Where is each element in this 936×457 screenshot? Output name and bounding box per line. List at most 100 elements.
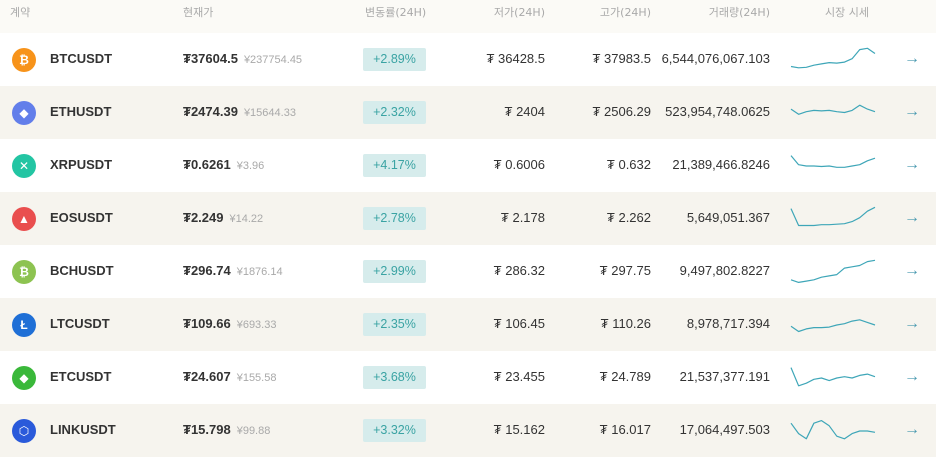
sparkline-path (790, 319, 876, 333)
sparkline-chart (790, 155, 876, 168)
sparkline-path (790, 47, 876, 69)
pair-symbol[interactable]: BCHUSDT (50, 263, 114, 278)
high-price: ₮ 2506.29 (592, 104, 651, 119)
pair-symbol[interactable]: LTCUSDT (50, 316, 110, 331)
ethereum-icon: ◆ (12, 101, 36, 125)
table-row[interactable]: ◆ ETHUSDT ₮2474.39 ¥15644.33 +2.32% ₮ 2404 ₮ 2… (0, 86, 936, 139)
price-cny: ¥237754.45 (243, 54, 303, 66)
price-cny: ¥693.33 (236, 319, 277, 331)
volume: 5,649,051.367 (686, 210, 770, 225)
arrow-right-icon[interactable]: → (904, 155, 920, 175)
last-price: ₮24.607 ¥155.58 (183, 369, 276, 384)
low-price: ₮ 106.45 (493, 316, 545, 331)
volume: 6,544,076,067.103 (661, 51, 770, 66)
header-price[interactable]: 현재가 (183, 4, 213, 20)
volume: 523,954,748.0625 (665, 104, 770, 119)
sparkline-chart (790, 104, 876, 115)
eos-icon: ▲ (12, 207, 36, 231)
arrow-right-icon[interactable]: → (904, 314, 920, 334)
change-badge: +3.68% (363, 366, 426, 389)
pair-symbol[interactable]: BTCUSDT (50, 51, 112, 66)
last-price: ₮2474.39 ¥15644.33 (183, 104, 296, 119)
table-row[interactable]: ₿ BCHUSDT ₮296.74 ¥1876.14 +2.99% ₮ 286.32 ₮ 2… (0, 245, 936, 298)
change-badge: +2.78% (363, 207, 426, 230)
change-badge: +4.17% (363, 154, 426, 177)
pair-symbol[interactable]: XRPUSDT (50, 157, 112, 172)
high-price: ₮ 37983.5 (592, 51, 651, 66)
litecoin-icon: Ł (12, 313, 36, 337)
change-badge: +2.35% (363, 313, 426, 336)
volume: 21,389,466.8246 (672, 157, 770, 172)
pair-symbol[interactable]: ETCUSDT (50, 369, 111, 384)
table-row[interactable]: Ł LTCUSDT ₮109.66 ¥693.33 +2.35% ₮ 106.45 ₮ 11… (0, 298, 936, 351)
sparkline-chart (790, 319, 876, 333)
price-cny: ¥3.96 (236, 160, 265, 172)
price-cny: ¥1876.14 (236, 266, 283, 278)
sparkline-chart (790, 206, 876, 227)
pair-symbol[interactable]: EOSUSDT (50, 210, 113, 225)
volume: 9,497,802.8227 (679, 263, 770, 278)
price-usdt: ₮24.607 (183, 369, 231, 384)
high-price: ₮ 16.017 (599, 422, 651, 437)
arrow-right-icon[interactable]: → (904, 261, 920, 281)
arrow-right-icon[interactable]: → (904, 367, 920, 387)
sparkline-path (790, 104, 876, 115)
low-price: ₮ 286.32 (493, 263, 545, 278)
high-price: ₮ 0.632 (606, 157, 651, 172)
low-price: ₮ 2404 (504, 104, 545, 119)
price-usdt: ₮2474.39 (183, 104, 238, 119)
pair-symbol[interactable]: ETHUSDT (50, 104, 111, 119)
change-badge: +2.99% (363, 260, 426, 283)
header-low[interactable]: 저가(24H) (494, 4, 545, 20)
sparkline-path (790, 420, 876, 440)
xrp-icon: ✕ (12, 154, 36, 178)
last-price: ₮296.74 ¥1876.14 (183, 263, 283, 278)
high-price: ₮ 110.26 (600, 316, 651, 331)
arrow-right-icon[interactable]: → (904, 49, 920, 69)
table-row[interactable]: ₿ BTCUSDT ₮37604.5 ¥237754.45 +2.89% ₮ 36428.… (0, 33, 936, 86)
price-usdt: ₮37604.5 (183, 51, 238, 66)
sparkline-chart (790, 367, 876, 387)
arrow-right-icon[interactable]: → (904, 102, 920, 122)
price-usdt: ₮2.249 (183, 210, 224, 225)
change-badge: +3.32% (363, 419, 426, 442)
header-pair[interactable]: 계약 (10, 4, 30, 20)
volume: 21,537,377.191 (679, 369, 770, 384)
sparkline-path (790, 206, 876, 227)
sparkline-path (790, 367, 876, 387)
price-usdt: ₮0.6261 (183, 157, 231, 172)
low-price: ₮ 36428.5 (486, 51, 545, 66)
header-change[interactable]: 변동률(24H) (365, 4, 426, 20)
header-volume[interactable]: 거래량(24H) (709, 4, 770, 20)
arrow-right-icon[interactable]: → (904, 420, 920, 440)
price-cny: ¥15644.33 (243, 107, 296, 119)
low-price: ₮ 2.178 (500, 210, 545, 225)
chainlink-icon: ⬡ (12, 419, 36, 443)
last-price: ₮2.249 ¥14.22 (183, 210, 263, 225)
pair-symbol[interactable]: LINKUSDT (50, 422, 116, 437)
price-usdt: ₮109.66 (183, 316, 231, 331)
price-cny: ¥155.58 (236, 372, 277, 384)
price-cny: ¥99.88 (236, 425, 271, 437)
price-cny: ¥14.22 (229, 213, 264, 225)
bitcoin-icon: ₿ (12, 48, 36, 72)
high-price: ₮ 297.75 (599, 263, 651, 278)
volume: 8,978,717.394 (686, 316, 770, 331)
change-badge: +2.89% (363, 48, 426, 71)
market-table: 계약 현재가 변동률(24H) 저가(24H) 고가(24H) 거래량(24H)… (0, 0, 936, 457)
table-row[interactable]: ✕ XRPUSDT ₮0.6261 ¥3.96 +4.17% ₮ 0.6006 ₮ 0.63… (0, 139, 936, 192)
arrow-right-icon[interactable]: → (904, 208, 920, 228)
high-price: ₮ 2.262 (606, 210, 651, 225)
sparkline-chart (790, 259, 876, 283)
sparkline-path (790, 155, 876, 168)
table-row[interactable]: ⬡ LINKUSDT ₮15.798 ¥99.88 +3.32% ₮ 15.162 ₮ 16… (0, 404, 936, 457)
price-usdt: ₮15.798 (183, 422, 231, 437)
last-price: ₮37604.5 ¥237754.45 (183, 51, 302, 66)
table-row[interactable]: ◆ ETCUSDT ₮24.607 ¥155.58 +3.68% ₮ 23.455 ₮ 24… (0, 351, 936, 404)
low-price: ₮ 0.6006 (493, 157, 545, 172)
header-high[interactable]: 고가(24H) (600, 4, 651, 20)
sparkline-chart (790, 420, 876, 440)
table-row[interactable]: ▲ EOSUSDT ₮2.249 ¥14.22 +2.78% ₮ 2.178 ₮ 2.262… (0, 192, 936, 245)
low-price: ₮ 15.162 (493, 422, 545, 437)
ethereum-classic-icon: ◆ (12, 366, 36, 390)
